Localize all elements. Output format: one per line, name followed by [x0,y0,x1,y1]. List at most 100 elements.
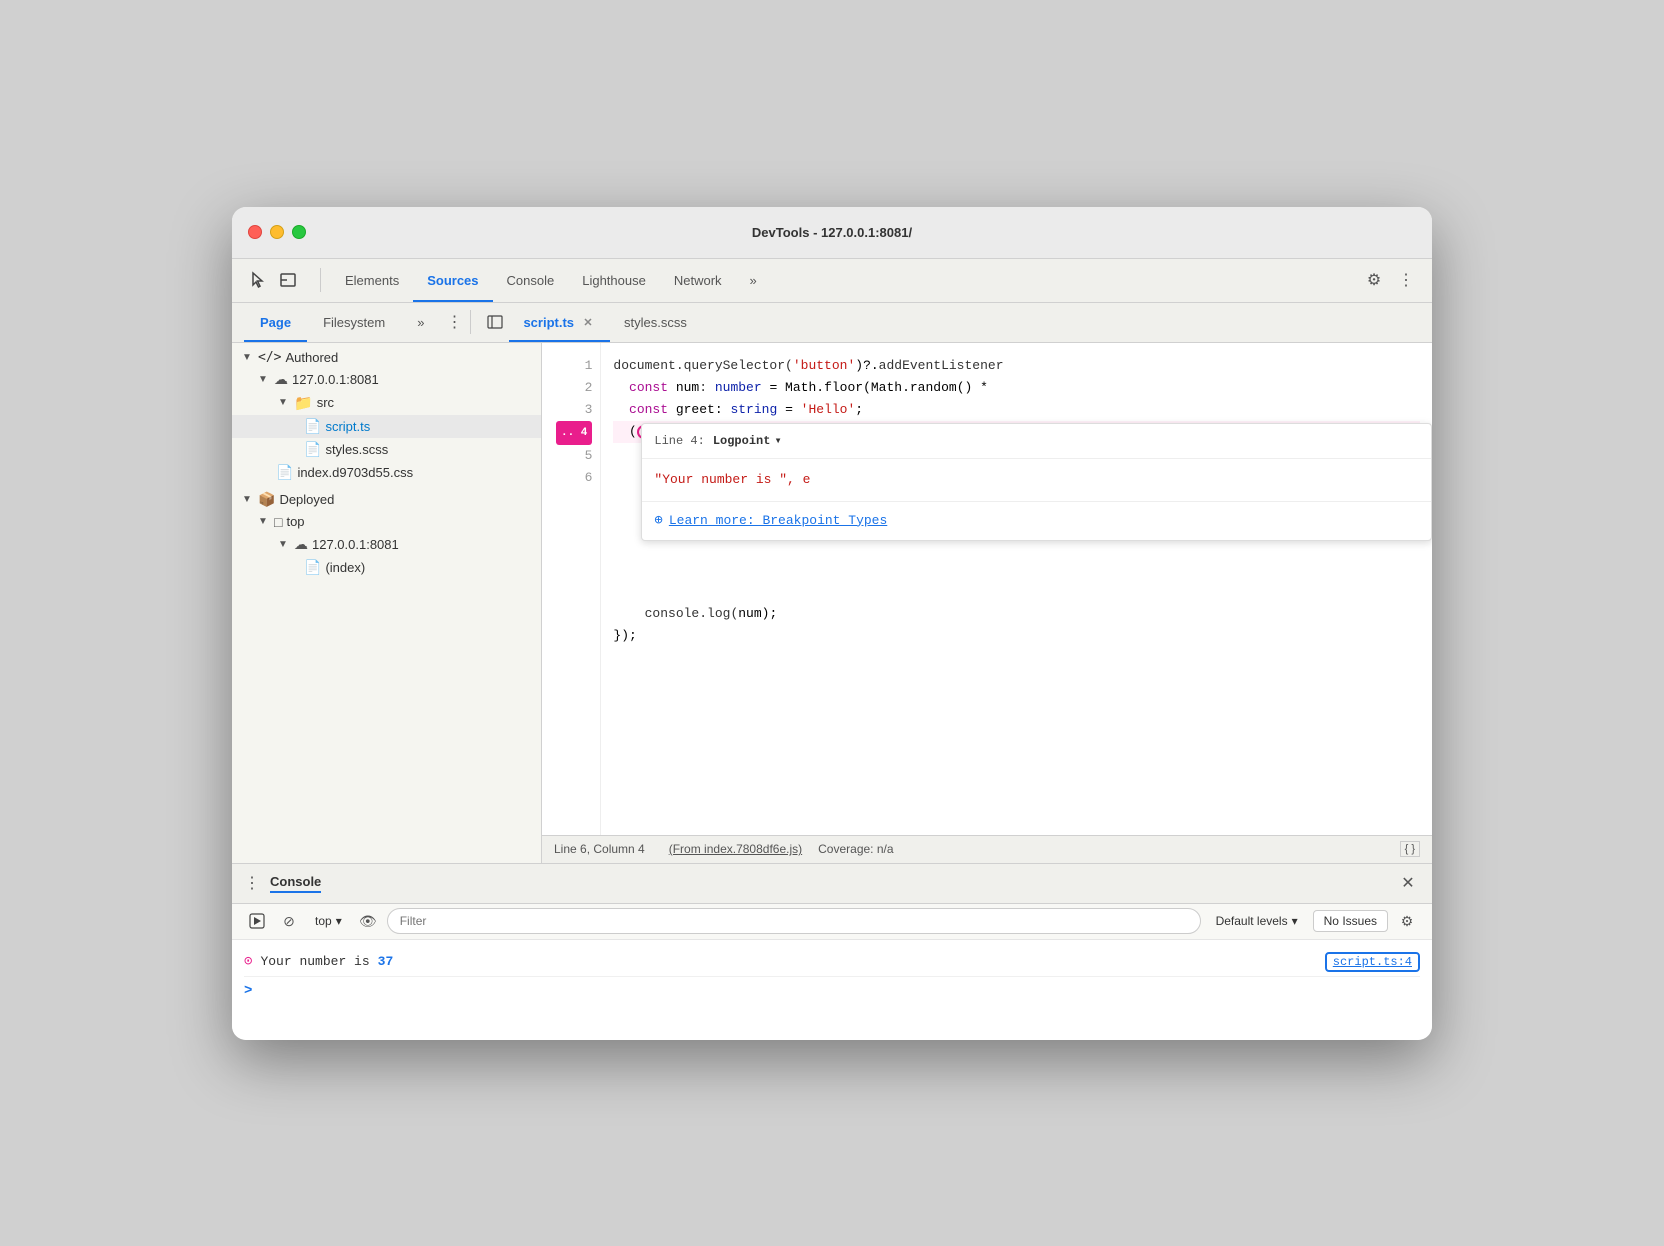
code-container[interactable]: 1 2 3 .. 4 5 6 document.querySelector('b… [542,343,1432,835]
host-arrow: ▼ [256,374,270,385]
tab-lighthouse[interactable]: Lighthouse [568,259,660,302]
tab-sources[interactable]: Sources [413,259,492,302]
tree-src-folder[interactable]: ▼ 📁 src [232,391,541,415]
tab-console[interactable]: Console [493,259,569,302]
status-bar-right: { } [1400,841,1420,857]
pretty-print-icon[interactable]: { } [1400,841,1420,857]
tab-elements[interactable]: Elements [331,259,413,302]
execute-script-icon[interactable] [244,908,270,934]
no-issues-button[interactable]: No Issues [1313,910,1388,932]
line-no-2: 2 [554,377,592,399]
subtab-filesystem[interactable]: Filesystem [307,303,401,342]
console-filter-input[interactable] [387,908,1201,934]
maximize-button[interactable] [292,225,306,239]
console-log-entry: ⊙ Your number is 37 script.ts:4 [244,948,1420,977]
console-title: Console [270,874,321,893]
tree-index-file[interactable]: 📄 (index) [232,556,541,579]
console-header: ⋮ Console ✕ [232,864,1432,904]
styles-scss-label: styles.scss [325,442,388,457]
cursor-icon[interactable] [244,266,272,294]
dock-icon[interactable] [274,266,302,294]
authored-arrow: ▼ [240,352,254,363]
authored-host-label: 127.0.0.1:8081 [292,372,379,387]
console-settings-icon[interactable]: ⚙ [1394,908,1420,934]
top-label: top [286,514,304,529]
subtab-page[interactable]: Page [244,303,307,342]
tree-deployed-host[interactable]: ▼ ☁ 127.0.0.1:8081 [232,533,541,556]
index-css-label: index.d9703d55.css [297,465,413,480]
subtab-more[interactable]: » [401,303,440,342]
file-tab-styles-scss[interactable]: styles.scss [610,303,701,342]
console-log-number: 37 [378,954,394,969]
line-no-3: 3 [554,399,592,421]
learn-more-link[interactable]: Learn more: Breakpoint Types [669,510,887,532]
code-editor[interactable]: document.querySelector('button')?.addEve… [601,343,1432,835]
script-ts-label: script.ts [325,419,370,434]
logpoint-header: Line 4: Logpoint ▾ [642,424,1431,459]
code-line-5: console.log(num); [613,603,1420,625]
coverage-info: Coverage: n/a [818,842,893,856]
tab-network[interactable]: Network [660,259,736,302]
minimize-button[interactable] [270,225,284,239]
code-line-1: document.querySelector('button')?.addEve… [613,355,1420,377]
file-tab-close-script[interactable]: ✕ [580,314,596,330]
sidebar-toggle-icon[interactable] [481,308,509,336]
toolbar-nav-icons [244,266,302,294]
close-button[interactable] [248,225,262,239]
code-line-3: const greet: string = 'Hello'; [613,399,1420,421]
console-close-icon[interactable]: ✕ [1396,871,1420,895]
logpoint-learn-more: ⊕ Learn more: Breakpoint Types [642,501,1431,540]
console-log-text-prefix: Your number is [260,954,369,969]
ts-file-icon: 📄 [304,418,321,435]
cloud-icon-deployed: ☁ [294,536,308,553]
tree-script-ts[interactable]: 📄 script.ts [232,415,541,438]
index-file-icon: 📄 [304,559,321,576]
console-toolbar: ⊘ top ▾ 👁 Default levels ▾ No Issues ⚙ [232,904,1432,940]
more-vert-icon[interactable]: ⋮ [1392,266,1420,294]
console-log-source-link[interactable]: script.ts:4 [1325,952,1420,972]
cursor-position: Line 6, Column 4 [554,842,645,856]
context-label: top [315,914,332,928]
code-line-6: }); [613,625,1420,647]
clear-console-icon[interactable]: ⊘ [276,908,302,934]
logpoint-input[interactable]: "Your number is ", e [642,459,1431,501]
tree-deployed[interactable]: ▼ 📦 Deployed [232,488,541,511]
sources-sub-toolbar: Page Filesystem » ⋮ script.ts ✕ styles.s… [232,303,1432,343]
src-arrow: ▼ [276,397,290,408]
file-tab-script-ts[interactable]: script.ts ✕ [509,303,610,342]
tree-top-frame[interactable]: ▼ □ top [232,511,541,533]
subtab-options-icon[interactable]: ⋮ [446,312,464,332]
tree-authored-host[interactable]: ▼ ☁ 127.0.0.1:8081 [232,368,541,391]
tree-styles-scss[interactable]: 📄 styles.scss [232,438,541,461]
gear-icon[interactable]: ⚙ [1360,266,1388,294]
default-levels-dropdown[interactable]: Default levels ▾ [1207,911,1307,931]
toolbar-divider-1 [320,268,321,292]
prompt-arrow-icon: > [244,983,252,999]
status-bar: Line 6, Column 4 (From index.7808df6e.js… [542,835,1432,863]
cloud-icon-authored: ☁ [274,371,288,388]
live-expressions-icon[interactable]: 👁 [355,908,381,934]
authored-label: Authored [285,350,338,365]
line-no-5: 5 [554,445,592,467]
circle-arrow-icon: ⊕ [654,510,662,532]
code-line-2: const num: number = Math.floor(Math.rand… [613,377,1420,399]
logpoint-type-dropdown[interactable]: Logpoint ▾ [713,430,782,452]
subtab-divider [470,310,471,334]
line-numbers: 1 2 3 .. 4 5 6 [542,343,601,835]
context-chevron-icon: ▾ [336,914,342,928]
deployed-host-arrow: ▼ [276,539,290,550]
main-content: ▼ </> Authored ▼ ☁ 127.0.0.1:8081 ▼ 📁 sr… [232,343,1432,863]
logpoint-line-label: Line 4: [654,430,704,452]
scss-file-icon: 📄 [304,441,321,458]
titlebar: DevTools - 127.0.0.1:8081/ [232,207,1432,259]
cube-icon: 📦 [258,491,275,508]
context-selector[interactable]: top ▾ [308,911,349,931]
main-tab-bar: Elements Sources Console Lighthouse Netw… [331,259,1356,302]
console-options-icon[interactable]: ⋮ [244,873,262,893]
tree-index-css[interactable]: 📄 index.d9703d55.css [232,461,541,484]
console-section: ⋮ Console ✕ ⊘ top ▾ 👁 [232,863,1432,1040]
authored-icon: </> [258,350,281,365]
tree-authored[interactable]: ▼ </> Authored [232,347,541,368]
src-label: src [317,395,334,410]
tab-more[interactable]: » [736,259,771,302]
